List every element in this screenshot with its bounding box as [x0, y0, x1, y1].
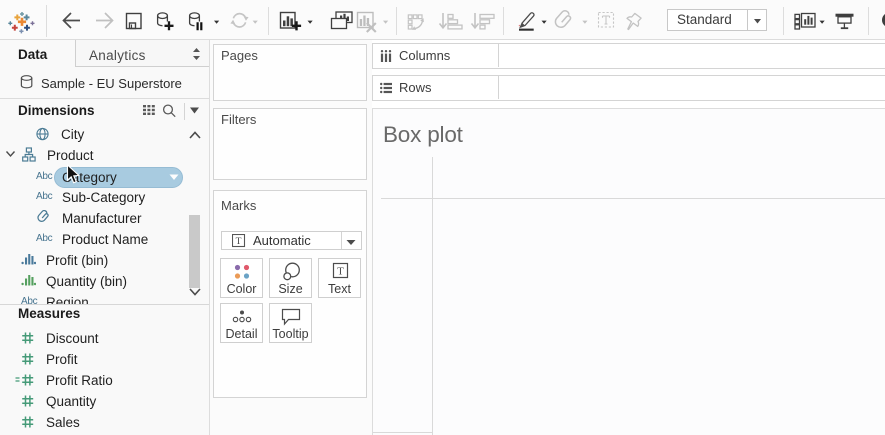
svg-text:T: T — [236, 237, 242, 247]
svg-text:T: T — [337, 266, 344, 278]
